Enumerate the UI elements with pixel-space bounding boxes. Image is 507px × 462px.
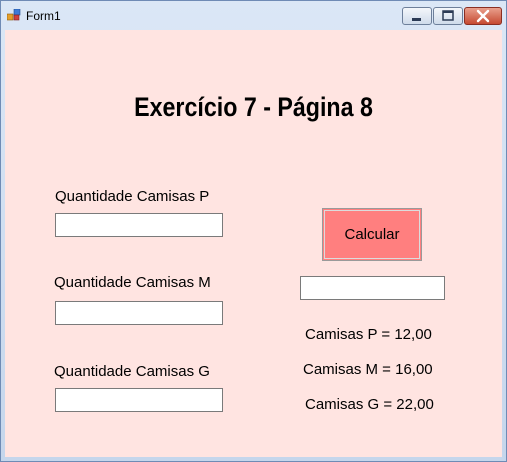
calcular-button[interactable]: Calcular [322, 208, 422, 261]
quantidade-p-input[interactable] [55, 213, 223, 237]
price-camisas-g: Camisas G = 22,00 [305, 396, 434, 413]
label-quantidade-p: Quantidade Camisas P [55, 188, 210, 205]
minimize-icon [412, 18, 421, 21]
form-app-icon [7, 9, 21, 21]
quantidade-g-input[interactable] [55, 388, 223, 412]
form-window: Form1 Exercício 7 - Página 8 Quantidade … [0, 0, 507, 462]
close-button[interactable] [464, 7, 502, 25]
minimize-button[interactable] [402, 7, 432, 25]
label-quantidade-m: Quantidade Camisas M [54, 274, 211, 291]
form-client-area: Exercício 7 - Página 8 Quantidade Camisa… [5, 30, 502, 457]
price-camisas-p: Camisas P = 12,00 [305, 326, 432, 343]
label-quantidade-g: Quantidade Camisas G [54, 363, 210, 380]
title-bar[interactable]: Form1 [1, 1, 506, 29]
page-title: Exercício 7 - Página 8 [134, 92, 373, 122]
maximize-button[interactable] [433, 7, 463, 25]
close-icon [476, 9, 490, 23]
quantidade-m-input[interactable] [55, 301, 223, 325]
maximize-icon [442, 10, 454, 21]
window-title: Form1 [26, 9, 61, 23]
result-input[interactable] [300, 276, 445, 300]
price-camisas-m: Camisas M = 16,00 [303, 361, 433, 378]
